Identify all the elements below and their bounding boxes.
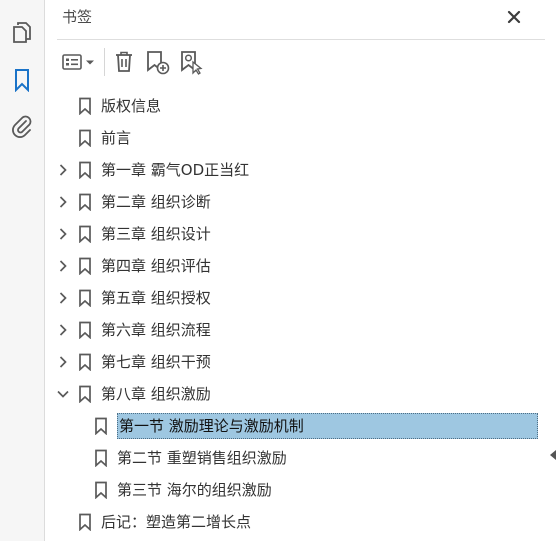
chevron-right-icon[interactable] (55, 226, 71, 242)
bookmark-icon (94, 481, 108, 500)
bookmark-label[interactable]: 版权信息 (101, 95, 161, 117)
chevron-down-icon[interactable] (55, 386, 71, 402)
bookmark-icon (94, 417, 108, 436)
bookmark-row[interactable]: 第六章 组织流程 (45, 314, 545, 346)
bookmark-icon (15, 69, 29, 92)
bookmark-icon (94, 449, 108, 468)
bookmark-row[interactable]: 第三节 海尔的组织激励 (45, 474, 545, 506)
bookmark-icon (78, 513, 92, 532)
new-bookmark-button[interactable] (143, 48, 171, 76)
chevron-right-icon[interactable] (55, 162, 71, 178)
toolbar-separator (104, 48, 105, 76)
bookmarks-window: 书签 版权信息 前言 第一章 霸气OD正当红 第二章 组织诊断 第三章 组织设计… (0, 0, 557, 541)
bookmark-label[interactable]: 第四章 组织评估 (101, 255, 211, 277)
bookmark-icon (78, 225, 92, 244)
bookmarks-toolbar (57, 44, 357, 80)
bookmark-row[interactable]: 第八章 组织激励 (45, 378, 545, 410)
bookmark-row[interactable]: 版权信息 (45, 90, 545, 122)
bookmark-row[interactable]: 第一章 霸气OD正当红 (45, 154, 545, 186)
bookmark-icon (78, 129, 92, 148)
attachments-button[interactable] (8, 112, 36, 140)
delete-icon (116, 51, 132, 72)
pages-button[interactable] (8, 18, 36, 46)
chevron-right-icon[interactable] (55, 194, 71, 210)
bookmark-icon (78, 193, 92, 212)
bookmark-icon (78, 97, 92, 116)
bookmark-label[interactable]: 后记：塑造第二增长点 (101, 511, 251, 533)
bookmark-icon (78, 161, 92, 180)
chevron-right-icon[interactable] (55, 322, 71, 338)
bookmark-row[interactable]: 第七章 组织干预 (45, 346, 545, 378)
options-menu-icon (62, 54, 94, 70)
bookmark-label[interactable]: 第七章 组织干预 (101, 351, 211, 373)
bookmark-label[interactable]: 第一章 霸气OD正当红 (101, 159, 249, 181)
bookmark-row[interactable]: 第二章 组织诊断 (45, 186, 545, 218)
new-bookmark-from-structure-button[interactable] (177, 48, 205, 76)
header-divider (57, 39, 545, 40)
panel-title: 书签 (62, 8, 93, 26)
new-bookmark-icon (147, 51, 170, 75)
close-button[interactable] (503, 6, 525, 28)
chevron-right-icon[interactable] (55, 290, 71, 306)
pages-icon (13, 22, 31, 43)
bookmark-label-selected[interactable]: 第一节 激励理论与激励机制 (117, 413, 538, 439)
options-menu-button[interactable] (59, 48, 99, 76)
bookmark-label[interactable]: 第三节 海尔的组织激励 (117, 479, 272, 501)
bookmark-icon (78, 385, 92, 404)
bookmarks-button[interactable] (8, 66, 36, 94)
bookmark-label[interactable]: 第八章 组织激励 (101, 383, 211, 405)
caret-left-icon (549, 450, 556, 460)
chevron-right-icon[interactable] (55, 258, 71, 274)
bookmark-label[interactable]: 第二章 组织诊断 (101, 191, 211, 213)
bookmark-row[interactable]: 第三章 组织设计 (45, 218, 545, 250)
panel-collapse-handle[interactable] (548, 448, 557, 462)
bookmark-label[interactable]: 第二节 重塑销售组织激励 (117, 447, 287, 469)
bookmark-icon (78, 257, 92, 276)
bookmark-row[interactable]: 第二节 重塑销售组织激励 (45, 442, 545, 474)
new-bookmark-from-structure-icon (181, 51, 203, 75)
delete-button[interactable] (111, 48, 137, 76)
bookmark-icon (78, 289, 92, 308)
bookmark-row[interactable]: 前言 (45, 122, 545, 154)
bookmark-label[interactable]: 第六章 组织流程 (101, 319, 211, 341)
close-icon (507, 10, 521, 24)
bookmark-label[interactable]: 第三章 组织设计 (101, 223, 211, 245)
attachment-icon (12, 115, 32, 138)
bookmark-row[interactable]: 第四章 组织评估 (45, 250, 545, 282)
navigation-rail (0, 0, 45, 541)
bookmark-icon (78, 353, 92, 372)
bookmarks-panel: 书签 版权信息 前言 第一章 霸气OD正当红 第二章 组织诊断 第三章 组织设计… (45, 0, 545, 541)
bookmark-row[interactable]: 第五章 组织授权 (45, 282, 545, 314)
bookmark-label[interactable]: 第五章 组织授权 (101, 287, 211, 309)
chevron-right-icon[interactable] (55, 354, 71, 370)
bookmark-row[interactable]: 后记：塑造第二增长点 (45, 506, 545, 538)
bookmark-label[interactable]: 前言 (101, 127, 131, 149)
bookmark-icon (78, 321, 92, 340)
bookmark-row[interactable]: 第一节 激励理论与激励机制 (45, 410, 545, 442)
